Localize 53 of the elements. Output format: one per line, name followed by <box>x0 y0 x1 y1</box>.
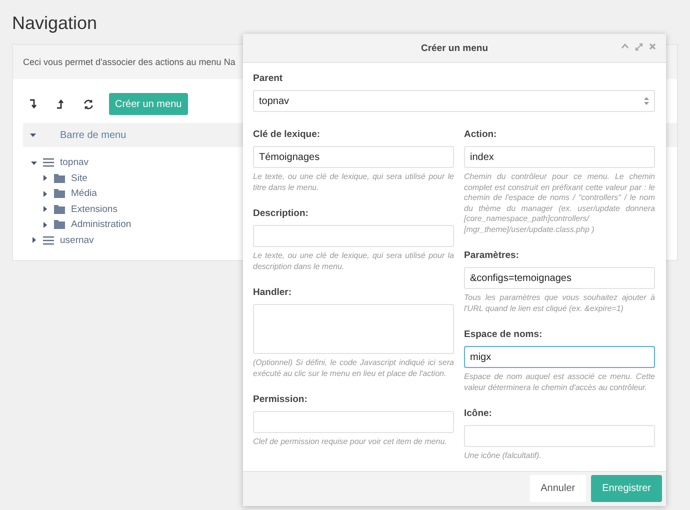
input-field[interactable]: index <box>464 146 655 168</box>
field-help: Clef de permission requise pour voir cet item de menu. <box>253 437 448 448</box>
field-help: (Optionnel) Si défini, le code Javascript indiqué ici sera exécuté au clic sur le menu en lieu et place de l'action. <box>253 358 454 379</box>
field-help: Espace de nom auquel est associé ce menu. Cette valeur déterminera le chemin d'accès au contrôleur. <box>464 372 655 393</box>
caret-icon[interactable] <box>42 190 48 197</box>
caret-icon[interactable] <box>31 160 37 166</box>
field-label: Espace de noms: <box>464 329 544 341</box>
caret-icon[interactable] <box>42 206 48 212</box>
field-help: Chemin du contrôleur pour ce menu. Le chemin complet est construit en préfixant cette valeur par : le chemin de l'espace de noms / "controllers" / le nom du thème du manager (ex. user/update donnera [core_namespace_path]controllers/ [mgr_theme]/user/update.class.php ) <box>464 172 655 235</box>
caret-icon[interactable] <box>42 222 48 228</box>
folder-icon <box>54 189 65 198</box>
folder-icon <box>54 204 65 214</box>
caret-icon[interactable] <box>42 175 48 182</box>
list-icon <box>43 236 54 245</box>
tree-item[interactable]: Site <box>71 172 88 184</box>
field-label: Paramètres: <box>464 250 520 262</box>
list-icon <box>43 158 54 168</box>
page-title: Navigation <box>12 12 98 34</box>
tree-item[interactable]: usernav <box>60 234 94 246</box>
field-label: Action: <box>464 129 498 141</box>
tree-item[interactable]: Média <box>71 188 97 200</box>
tree-item[interactable]: topnav <box>60 157 89 168</box>
field-help: Tous les paramètres que vous souhaitez ajouter à l'URL quand le lien est cliqué (ex. &expire=1) <box>464 293 655 314</box>
field-label: Parent <box>253 73 284 85</box>
caret-icon[interactable] <box>31 237 37 244</box>
field-help: Le texte, ou une clé de lexique, qui sera utilisé pour la description dans le menu. <box>253 251 454 272</box>
cancel-button[interactable]: Annuler <box>530 475 586 502</box>
field-help: Une icône (falcultatif). <box>464 451 542 462</box>
input-field[interactable] <box>464 425 655 447</box>
turn-up-arrow-icon[interactable] <box>56 99 64 109</box>
input-field[interactable]: migx <box>464 346 655 368</box>
tree-item[interactable]: Administration <box>71 219 132 230</box>
input-field[interactable] <box>253 225 454 247</box>
tree-header-label: Barre de menu <box>60 130 126 140</box>
caret-icon[interactable] <box>30 132 36 138</box>
tree-item[interactable]: Extensions <box>71 204 118 215</box>
input-field[interactable] <box>253 411 454 433</box>
field-label: Handler: <box>253 287 293 299</box>
turn-down-arrow-icon[interactable] <box>29 99 37 109</box>
folder-icon <box>54 220 65 230</box>
field-help: Le texte, ou une clé de lexique, qui sera utilisé pour le titre dans le menu. <box>253 172 454 193</box>
input-field[interactable]: Témoignages <box>253 146 454 168</box>
parent-select[interactable]: topnav <box>253 90 655 112</box>
field-label: Icône: <box>464 408 493 420</box>
panel-description: Ceci vous permet d'associer des actions au menu Na <box>23 57 236 67</box>
field-label: Clé de lexique: <box>253 129 322 141</box>
folder-icon <box>54 174 65 183</box>
field-label: Permission: <box>253 394 308 406</box>
input-field[interactable]: &configs=temoignages <box>464 267 655 289</box>
sort-icon <box>644 97 649 105</box>
refresh-icon[interactable] <box>83 98 94 110</box>
dialog-title: Créer un menu <box>420 42 488 54</box>
field-label: Description: <box>253 208 310 220</box>
